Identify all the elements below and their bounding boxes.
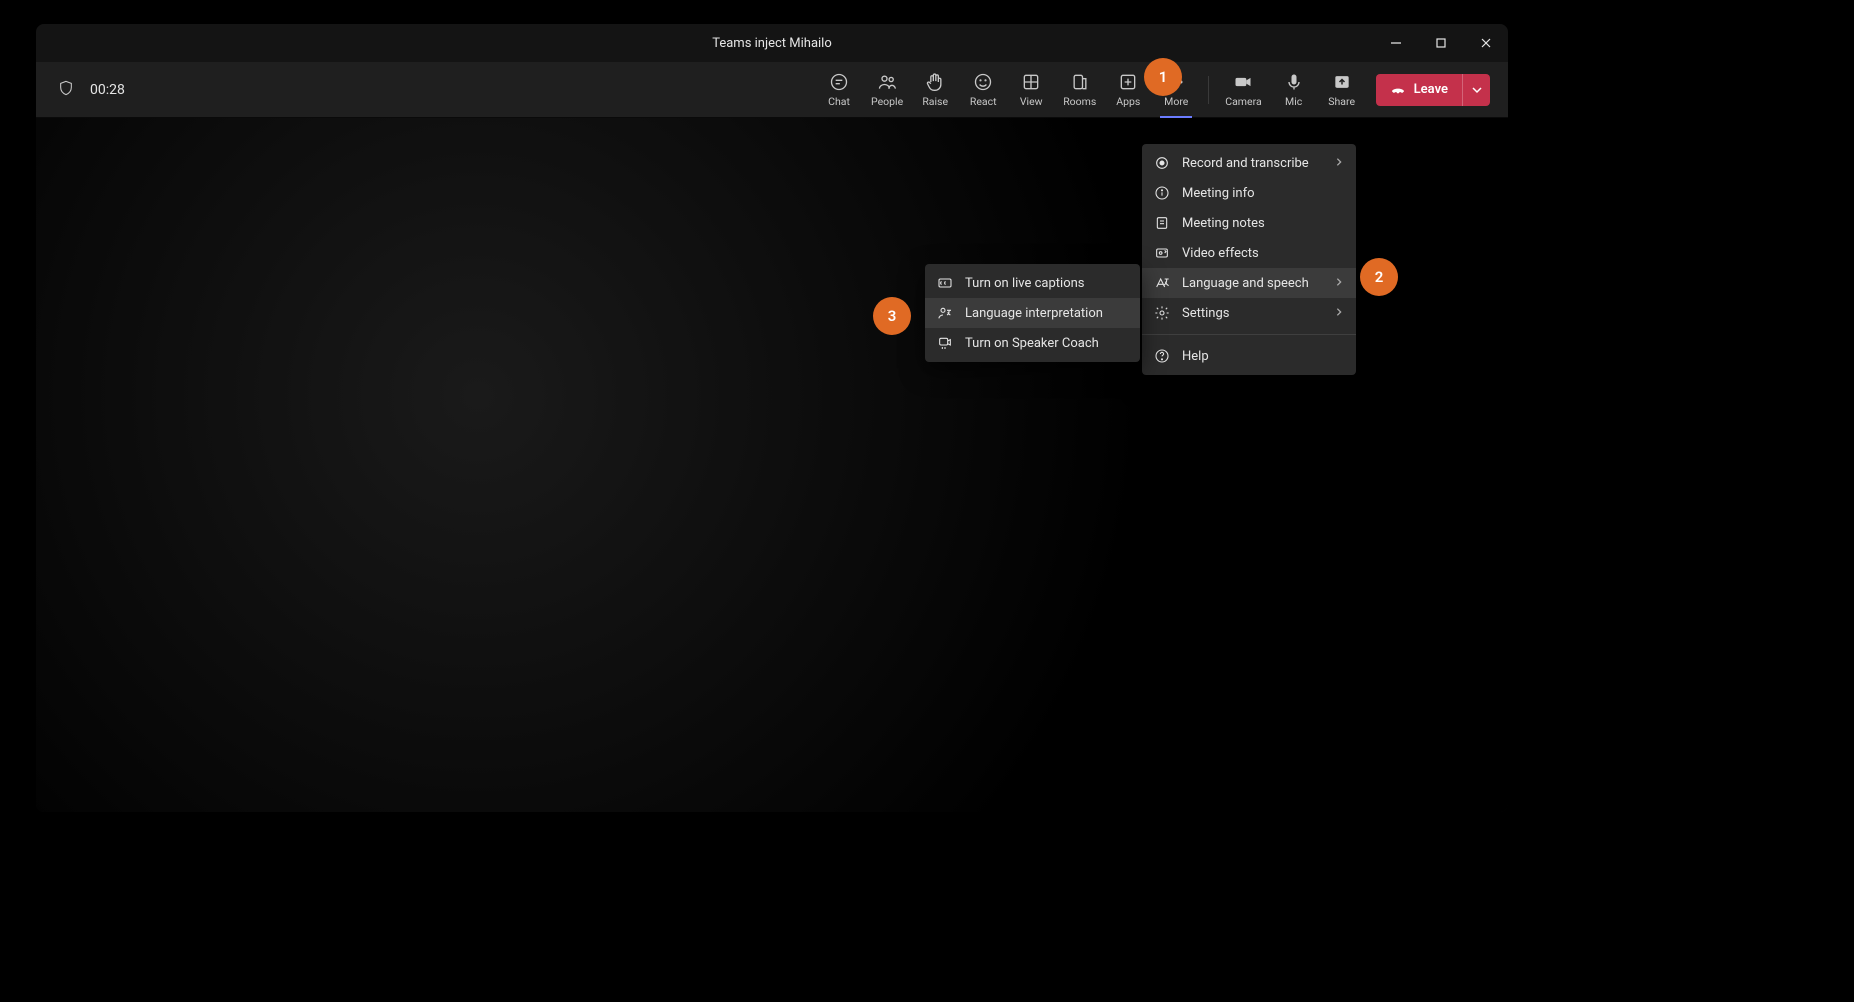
menu-meeting-notes[interactable]: Meeting notes — [1142, 208, 1356, 238]
video-effects-icon — [1154, 245, 1170, 261]
raise-label: Raise — [922, 95, 948, 108]
teams-meeting-window: Teams inject Mihailo 00:28 Chat — [36, 24, 1508, 812]
people-icon — [877, 72, 897, 92]
menu-label: Settings — [1182, 306, 1229, 321]
shield-icon[interactable] — [58, 80, 74, 100]
minimize-icon — [1390, 37, 1402, 49]
camera-button[interactable]: Camera — [1217, 62, 1269, 117]
menu-label: Help — [1182, 349, 1209, 364]
menu-record-transcribe[interactable]: Record and transcribe — [1142, 148, 1356, 178]
mic-icon — [1284, 72, 1304, 92]
menu-separator — [1142, 334, 1356, 335]
captions-icon — [937, 275, 953, 291]
mic-button[interactable]: Mic — [1270, 62, 1318, 117]
rooms-icon — [1070, 72, 1090, 92]
rooms-label: Rooms — [1063, 95, 1096, 108]
chat-label: Chat — [828, 95, 850, 108]
submenu-label: Turn on Speaker Coach — [965, 336, 1099, 351]
hangup-icon — [1390, 82, 1406, 98]
react-button[interactable]: React — [959, 62, 1007, 117]
notes-icon — [1154, 215, 1170, 231]
maximize-button[interactable] — [1418, 24, 1463, 62]
leave-group: Leave — [1376, 74, 1490, 106]
raise-button[interactable]: Raise — [911, 62, 959, 117]
chevron-right-icon — [1334, 156, 1344, 171]
share-label: Share — [1328, 95, 1355, 108]
chevron-right-icon — [1334, 306, 1344, 321]
titlebar: Teams inject Mihailo — [36, 24, 1508, 62]
leave-dropdown[interactable] — [1462, 74, 1490, 106]
submenu-language-interpretation[interactable]: Language interpretation — [925, 298, 1140, 328]
apps-icon — [1118, 72, 1138, 92]
help-icon — [1154, 348, 1170, 364]
more-dropdown-menu: Record and transcribe Meeting info Meeti… — [1142, 144, 1356, 375]
chat-button[interactable]: Chat — [815, 62, 863, 117]
people-button[interactable]: People — [863, 62, 911, 117]
meeting-toolbar: 00:28 Chat People Raise React View — [36, 62, 1508, 118]
language-icon — [1154, 275, 1170, 291]
menu-settings[interactable]: Settings — [1142, 298, 1356, 328]
react-label: React — [970, 95, 997, 108]
callout-3: 3 — [873, 297, 911, 335]
maximize-icon — [1435, 37, 1447, 49]
rooms-button[interactable]: Rooms — [1055, 62, 1104, 117]
menu-label: Record and transcribe — [1182, 156, 1309, 171]
window-controls — [1373, 24, 1508, 62]
submenu-speaker-coach[interactable]: Turn on Speaker Coach — [925, 328, 1140, 358]
settings-icon — [1154, 305, 1170, 321]
people-label: People — [871, 95, 903, 108]
chevron-right-icon — [1334, 276, 1344, 291]
menu-help[interactable]: Help — [1142, 341, 1356, 371]
camera-label: Camera — [1225, 95, 1261, 108]
apps-label: Apps — [1116, 95, 1140, 108]
info-icon — [1154, 185, 1170, 201]
menu-language-speech[interactable]: Language and speech — [1142, 268, 1356, 298]
callout-1: 1 — [1144, 58, 1182, 96]
raise-hand-icon — [925, 72, 945, 92]
menu-label: Meeting notes — [1182, 216, 1265, 231]
close-icon — [1480, 37, 1492, 49]
view-button[interactable]: View — [1007, 62, 1055, 117]
leave-button[interactable]: Leave — [1376, 74, 1462, 106]
menu-label: Video effects — [1182, 246, 1259, 261]
more-label: More — [1164, 95, 1188, 108]
submenu-label: Language interpretation — [965, 306, 1103, 321]
leave-label: Leave — [1414, 82, 1448, 97]
camera-icon — [1233, 72, 1253, 92]
mic-label: Mic — [1285, 95, 1302, 108]
callout-2: 2 — [1360, 258, 1398, 296]
minimize-button[interactable] — [1373, 24, 1418, 62]
speaker-coach-icon — [937, 335, 953, 351]
submenu-label: Turn on live captions — [965, 276, 1085, 291]
record-icon — [1154, 155, 1170, 171]
menu-label: Meeting info — [1182, 186, 1255, 201]
submenu-live-captions[interactable]: Turn on live captions — [925, 268, 1140, 298]
meeting-timer: 00:28 — [90, 82, 125, 98]
share-icon — [1332, 72, 1352, 92]
interpret-icon — [937, 305, 953, 321]
toolbar-divider — [1208, 76, 1209, 104]
menu-video-effects[interactable]: Video effects — [1142, 238, 1356, 268]
menu-meeting-info[interactable]: Meeting info — [1142, 178, 1356, 208]
view-label: View — [1020, 95, 1043, 108]
react-icon — [973, 72, 993, 92]
chevron-down-icon — [1471, 84, 1483, 96]
view-icon — [1021, 72, 1041, 92]
toolbar-left: 00:28 — [44, 80, 125, 100]
language-speech-submenu: Turn on live captions Language interpret… — [925, 264, 1140, 362]
close-button[interactable] — [1463, 24, 1508, 62]
share-button[interactable]: Share — [1318, 62, 1366, 117]
menu-label: Language and speech — [1182, 276, 1309, 291]
window-title: Teams inject Mihailo — [712, 36, 832, 51]
chat-icon — [829, 72, 849, 92]
